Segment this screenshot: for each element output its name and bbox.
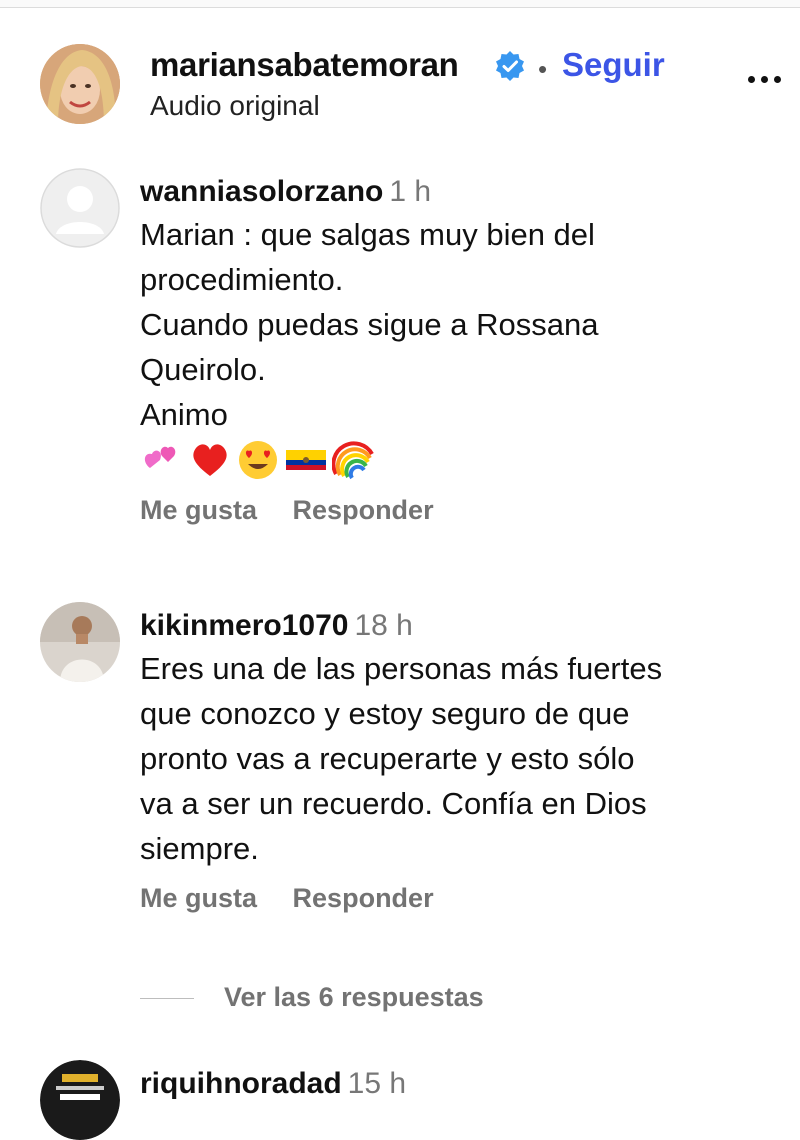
comment-text: Marian : que salgas muy bien del procedi…: [140, 212, 770, 437]
comment-line: Cuando puedas sigue a Rossana: [140, 307, 599, 342]
like-button[interactable]: Me gusta: [140, 883, 257, 913]
flag-ecuador-icon: [286, 450, 326, 470]
comment-line: Marian : que salgas muy bien del: [140, 217, 595, 252]
comment-time: 18 h: [354, 609, 413, 642]
view-replies-label[interactable]: Ver las 6 respuestas: [224, 982, 484, 1013]
heart-eyes-icon: [239, 441, 277, 479]
comment-actions: Me gusta Responder: [140, 495, 770, 526]
replies-divider: [140, 998, 194, 999]
comment-line: Eres una de las personas más fuertes: [140, 651, 663, 686]
comment-actions: Me gusta Responder: [140, 883, 770, 914]
post-header: mariansabatemoran • Seguir Audio origina…: [0, 30, 800, 140]
comment-username[interactable]: kikinmero1070: [140, 609, 348, 642]
more-options-icon[interactable]: [748, 70, 788, 90]
top-border: [0, 0, 800, 8]
commenter-avatar[interactable]: [40, 602, 120, 682]
comment-body: kikinmero1070 18 h Eres una de las person…: [140, 608, 770, 914]
verified-badge-icon: [496, 51, 524, 81]
comment-time: 1 h: [389, 175, 432, 208]
comment-line: va a ser un recuerdo. Confía en Dios: [140, 786, 647, 821]
emoji-row: [140, 437, 770, 483]
comment-line: Animo: [140, 397, 228, 432]
audio-label[interactable]: Audio original: [150, 90, 320, 122]
comment-time: 15 h: [347, 1067, 407, 1100]
comment-username[interactable]: riquihnoradad: [140, 1067, 342, 1100]
comment-line: siempre.: [140, 831, 259, 866]
commenter-avatar[interactable]: [40, 1060, 120, 1140]
comment-text: Eres una de las personas más fuertes que…: [140, 646, 770, 871]
author-avatar-image: [40, 44, 120, 124]
author-avatar[interactable]: [40, 44, 120, 124]
comment-line: procedimiento.: [140, 262, 344, 297]
like-button[interactable]: Me gusta: [140, 495, 257, 525]
comment-body: riquihnoradad 15 h: [140, 1066, 770, 1102]
commenter-avatar-image: [40, 602, 120, 682]
two-hearts-icon: [144, 446, 176, 468]
reply-button[interactable]: Responder: [293, 883, 434, 913]
rainbow-icon: [332, 441, 374, 480]
red-heart-icon: [193, 444, 227, 476]
commenter-avatar[interactable]: [40, 168, 120, 248]
comment-line: pronto vas a recuperarte y esto sólo: [140, 741, 635, 776]
follow-button[interactable]: Seguir: [562, 46, 665, 84]
author-username[interactable]: mariansabatemoran: [150, 46, 459, 84]
comment-line: Queirolo.: [140, 352, 266, 387]
comment-line: que conozco y estoy seguro de que: [140, 696, 630, 731]
comment-body: wanniasolorzano 1 h Marian : que salgas m…: [140, 174, 770, 526]
commenter-avatar-image: [40, 1060, 120, 1140]
separator-dot: •: [538, 54, 548, 84]
default-avatar-icon: [40, 168, 120, 248]
comment-username[interactable]: wanniasolorzano: [140, 175, 383, 208]
reply-button[interactable]: Responder: [293, 495, 434, 525]
